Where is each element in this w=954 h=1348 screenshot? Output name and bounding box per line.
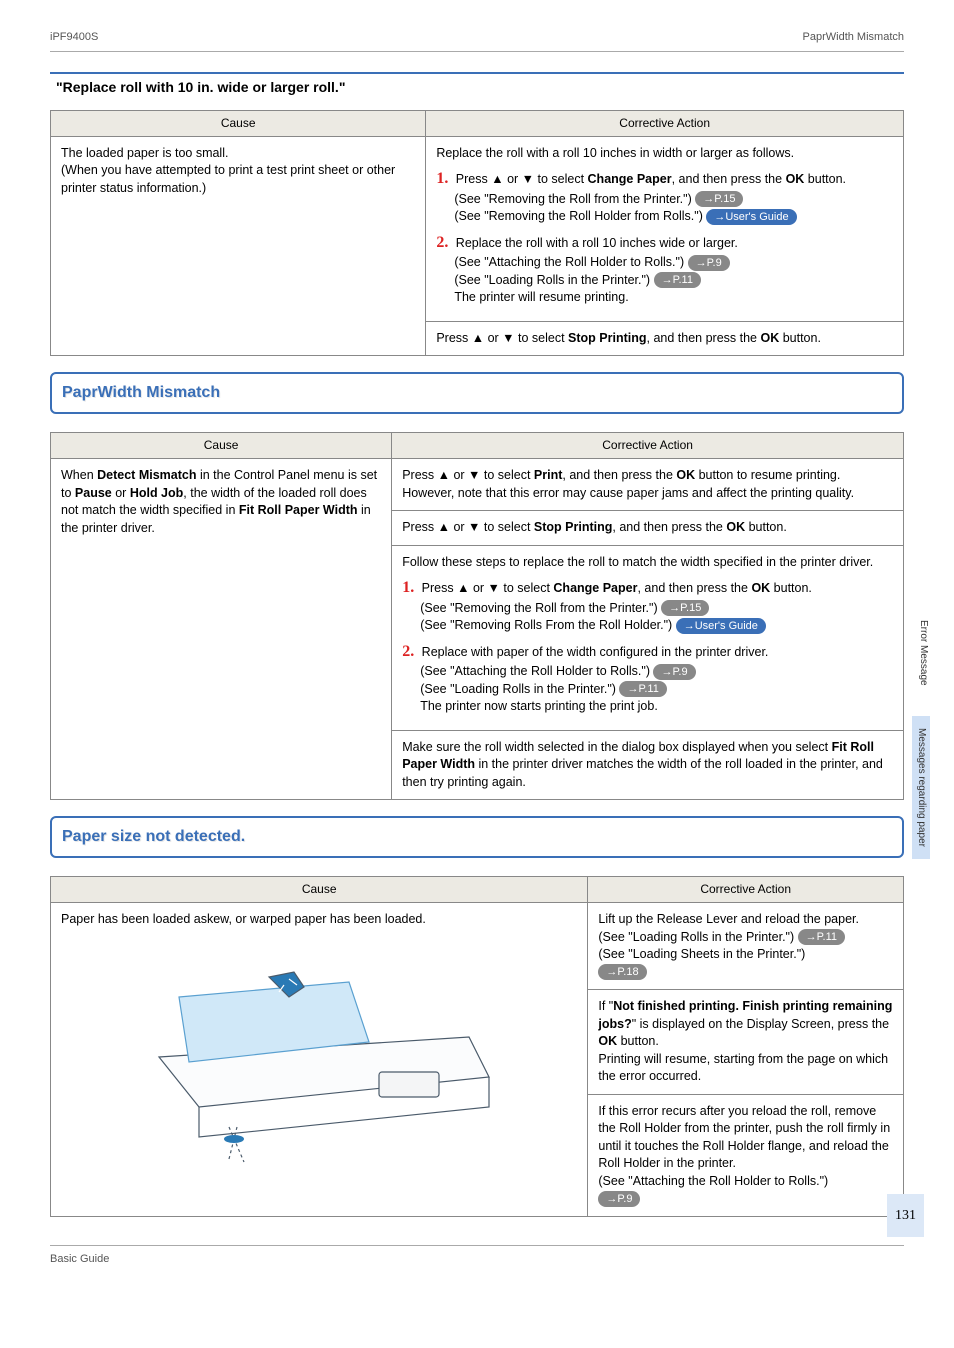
see-text: (See "Attaching the Roll Holder to Rolls… <box>420 664 653 678</box>
see-text: (See "Attaching the Roll Holder to Rolls… <box>598 1174 828 1188</box>
col-action-header: Corrective Action <box>426 110 904 136</box>
s3-cause-text: Paper has been loaded askew, or warped p… <box>61 911 577 929</box>
page-ref-pill[interactable]: →P.18 <box>598 964 646 980</box>
header-left: iPF9400S <box>50 30 98 45</box>
s2-step2-text: Replace with paper of the width configur… <box>422 645 769 659</box>
section1-table: Cause Corrective Action The loaded paper… <box>50 110 904 356</box>
section2-table: Cause Corrective Action When Detect Mism… <box>50 432 904 800</box>
see-text: (See "Loading Rolls in the Printer.") <box>420 682 619 696</box>
page-number: 131 <box>887 1194 924 1238</box>
s1-step2-see2: (See "Loading Rolls in the Printer.") →P… <box>454 272 893 290</box>
s2-step1-text: Press ▲ or ▼ to select Change Paper, and… <box>422 581 812 595</box>
s1-step2-see1: (See "Attaching the Roll Holder to Rolls… <box>454 254 893 272</box>
s1-step2-tail: The printer will resume printing. <box>454 289 893 307</box>
page-ref-pill[interactable]: →P.11 <box>798 929 845 945</box>
s3-r3a: If this error recurs after you reload th… <box>598 1104 890 1171</box>
s2-r2: Press ▲ or ▼ to select Stop Printing, an… <box>392 511 904 546</box>
section3-table: Cause Corrective Action Paper has been l… <box>50 876 904 1216</box>
s1-step1: 1. Press ▲ or ▼ to select Change Paper, … <box>436 168 893 225</box>
side-tab-messages-paper: Messages regarding paper <box>912 716 930 859</box>
s1-cause: The loaded paper is too small. (When you… <box>51 136 426 355</box>
page-ref-pill[interactable]: →P.15 <box>695 191 743 207</box>
side-tab-error-message: Error Message <box>912 620 930 686</box>
s1-step1-see1: (See "Removing the Roll from the Printer… <box>454 191 893 209</box>
s2-cause: When Detect Mismatch in the Control Pane… <box>51 459 392 800</box>
s1-action2: Press ▲ or ▼ to select Stop Printing, an… <box>426 321 904 356</box>
s2-r4: Make sure the roll width selected in the… <box>392 730 904 800</box>
s1-action1: Replace the roll with a roll 10 inches i… <box>426 136 904 321</box>
step-number-2: 2. <box>402 643 414 660</box>
page-ref-pill[interactable]: →P.9 <box>598 1191 640 1207</box>
s3-r1: Lift up the Release Lever and reload the… <box>588 903 904 990</box>
page-ref-pill[interactable]: →P.11 <box>619 681 666 697</box>
step-number-1: 1. <box>436 170 448 187</box>
col-action-header: Corrective Action <box>588 877 904 903</box>
section2-block: PaprWidth Mismatch <box>50 372 904 414</box>
see-text: (See "Removing Rolls From the Roll Holde… <box>420 618 676 632</box>
col-cause-header: Cause <box>51 433 392 459</box>
col-action-header: Corrective Action <box>392 433 904 459</box>
see-text: (See "Loading Sheets in the Printer.") <box>598 947 805 961</box>
page-footer: Basic Guide <box>50 1245 904 1267</box>
s2-r3: Follow these steps to replace the roll t… <box>392 545 904 730</box>
users-guide-pill[interactable]: →User's Guide <box>706 209 796 225</box>
section3-title: Paper size not detected. <box>54 820 900 854</box>
step-number-2: 2. <box>436 234 448 251</box>
col-cause-header: Cause <box>51 110 426 136</box>
s2-r3-intro: Follow these steps to replace the roll t… <box>402 554 893 572</box>
s3-r1a: Lift up the Release Lever and reload the… <box>598 912 859 926</box>
see-text: (See "Removing the Roll from the Printer… <box>420 601 661 615</box>
s2-r1: Press ▲ or ▼ to select Print, and then p… <box>392 459 904 511</box>
s1-step1-text: Press ▲ or ▼ to select Change Paper, and… <box>456 172 846 186</box>
printer-illustration <box>129 937 509 1167</box>
section3-block: Paper size not detected. <box>50 816 904 858</box>
s2-step2-tail: The printer now starts printing the prin… <box>420 698 893 716</box>
s3-cause-cell: Paper has been loaded askew, or warped p… <box>51 903 588 1217</box>
col-cause-header: Cause <box>51 877 588 903</box>
header-right: PaprWidth Mismatch <box>803 30 904 45</box>
s3-r2b: Printing will resume, starting from the … <box>598 1052 888 1084</box>
side-tabs: Error Message Messages regarding paper <box>912 620 930 859</box>
s1-step2: 2. Replace the roll with a roll 10 inche… <box>436 232 893 307</box>
s3-r2: If "Not finished printing. Finish printi… <box>588 990 904 1095</box>
s2-step2: 2. Replace with paper of the width confi… <box>402 641 893 716</box>
page-ref-pill[interactable]: →P.9 <box>653 664 695 680</box>
s1-step2-text: Replace the roll with a roll 10 inches w… <box>456 236 738 250</box>
page-header: iPF9400S PaprWidth Mismatch <box>50 30 904 52</box>
page-ref-pill[interactable]: →P.11 <box>654 272 701 288</box>
section2-title: PaprWidth Mismatch <box>54 376 900 410</box>
users-guide-pill[interactable]: →User's Guide <box>676 618 766 634</box>
s3-r3: If this error recurs after you reload th… <box>588 1094 904 1216</box>
s1-step1-see2: (See "Removing the Roll Holder from Roll… <box>454 208 893 226</box>
section1-title: "Replace roll with 10 in. wide or larger… <box>50 72 904 102</box>
page-ref-pill[interactable]: →P.9 <box>688 255 730 271</box>
page-ref-pill[interactable]: →P.15 <box>661 600 709 616</box>
see-text: (See "Loading Rolls in the Printer.") <box>598 930 797 944</box>
s1-intro: Replace the roll with a roll 10 inches i… <box>436 145 893 163</box>
step-number-1: 1. <box>402 579 414 596</box>
s2-step1: 1. Press ▲ or ▼ to select Change Paper, … <box>402 577 893 634</box>
